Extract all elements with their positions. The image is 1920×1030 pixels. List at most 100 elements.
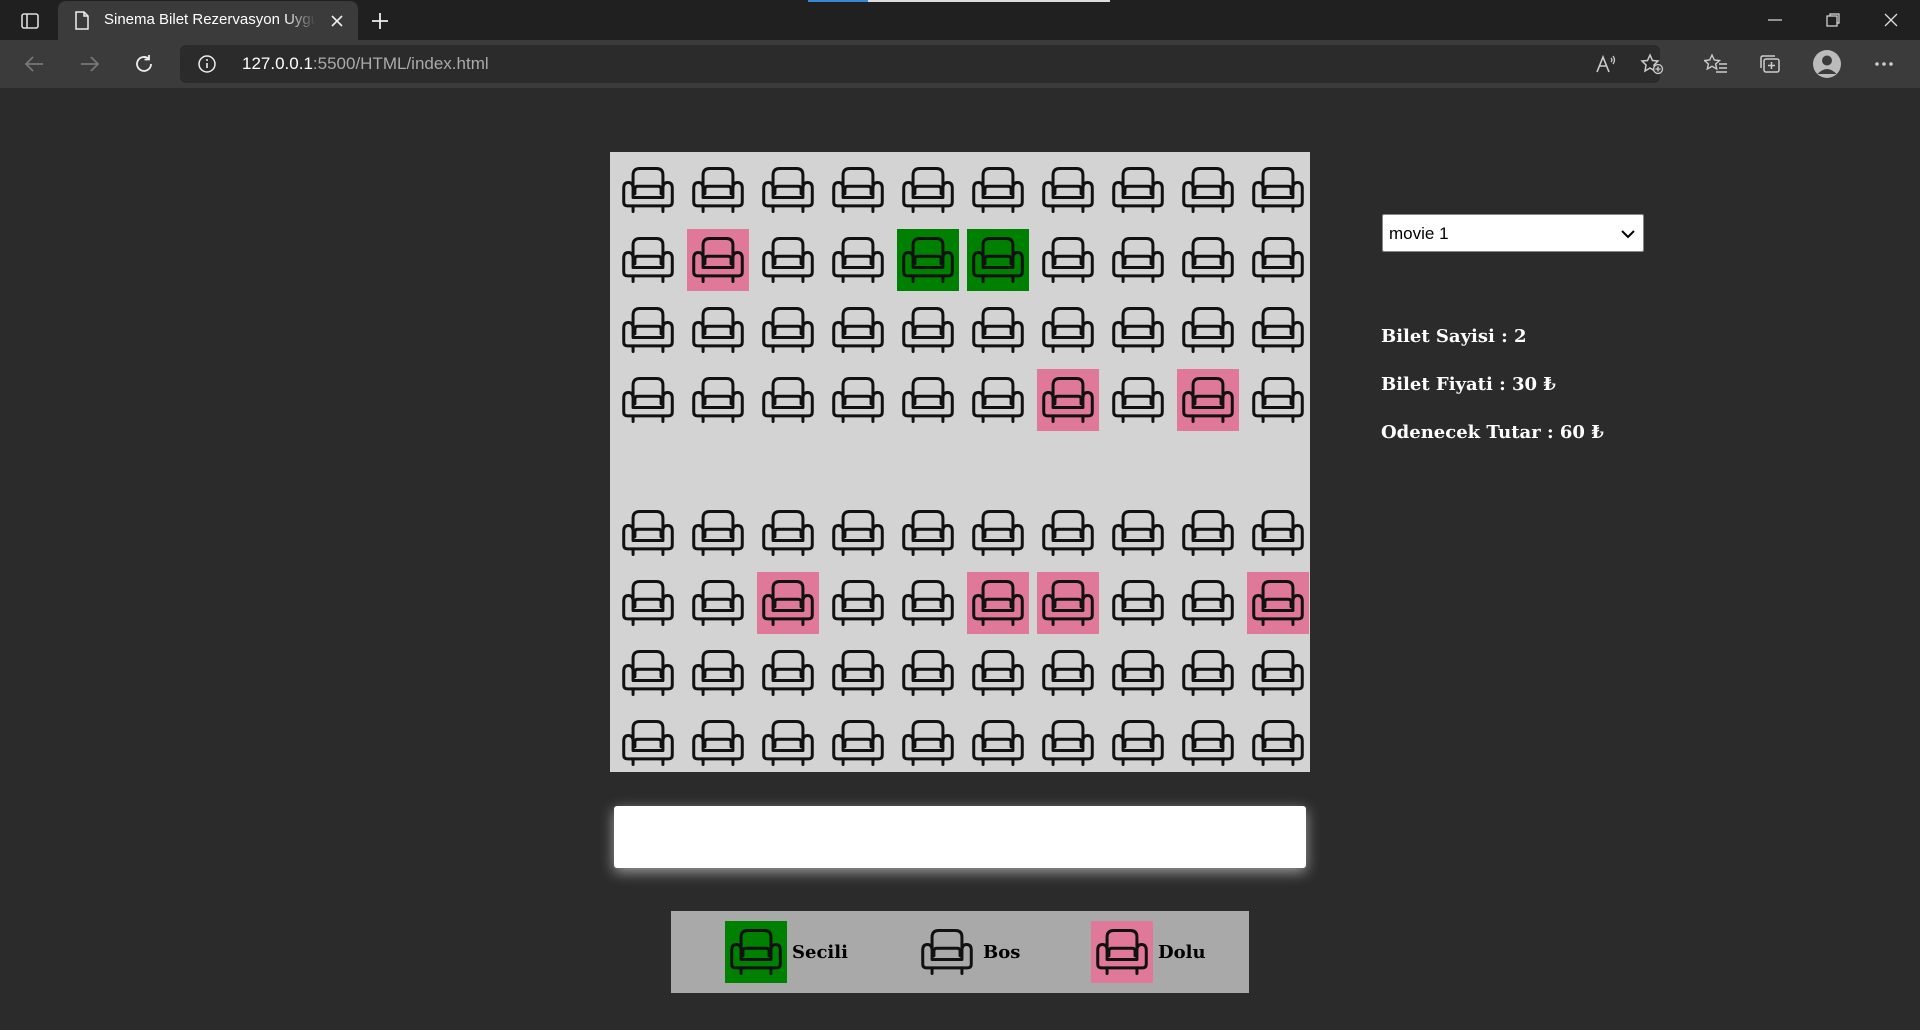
seat-empty[interactable]: [897, 712, 959, 774]
seat-empty[interactable]: [1247, 299, 1309, 361]
browser-toolbar: 127.0.0.1:5500/HTML/index.html: [0, 40, 1920, 88]
armchair-icon: [620, 302, 676, 358]
read-aloud-icon[interactable]: [1592, 50, 1620, 78]
seat-empty[interactable]: [897, 642, 959, 704]
refresh-icon[interactable]: [126, 48, 162, 80]
seat-empty[interactable]: [617, 229, 679, 291]
new-tab-icon[interactable]: [366, 7, 394, 35]
seat-empty[interactable]: [827, 502, 889, 564]
seat-empty[interactable]: [1247, 712, 1309, 774]
seat-empty[interactable]: [1107, 642, 1169, 704]
restore-icon[interactable]: [1810, 4, 1856, 36]
browser-tab-active[interactable]: Sinema Bilet Rezervasyon Uygulaması: [58, 1, 358, 40]
seat-empty[interactable]: [617, 159, 679, 221]
seat-empty[interactable]: [827, 642, 889, 704]
seat-empty[interactable]: [1177, 299, 1239, 361]
close-window-icon[interactable]: [1868, 4, 1914, 36]
seat-empty[interactable]: [827, 159, 889, 221]
seat-empty[interactable]: [897, 369, 959, 431]
site-info-icon[interactable]: [198, 55, 216, 73]
seat-empty[interactable]: [967, 159, 1029, 221]
armchair-icon: [900, 232, 956, 288]
seat-empty[interactable]: [967, 502, 1029, 564]
seat-empty[interactable]: [757, 299, 819, 361]
seat-empty[interactable]: [1177, 229, 1239, 291]
seat-empty[interactable]: [1037, 642, 1099, 704]
seat-empty[interactable]: [617, 299, 679, 361]
seat-empty[interactable]: [1107, 369, 1169, 431]
seat-empty[interactable]: [1247, 642, 1309, 704]
seat-empty[interactable]: [1247, 502, 1309, 564]
seat-empty[interactable]: [757, 159, 819, 221]
seat-empty[interactable]: [687, 572, 749, 634]
tab-actions-icon[interactable]: [14, 8, 46, 34]
armchair-icon: [1110, 575, 1166, 631]
seat-empty[interactable]: [757, 369, 819, 431]
profile-avatar-icon[interactable]: [1812, 49, 1842, 79]
seat-empty[interactable]: [617, 712, 679, 774]
seat-empty[interactable]: [617, 642, 679, 704]
seat-empty[interactable]: [827, 369, 889, 431]
armchair-icon: [1250, 715, 1306, 771]
seat-empty[interactable]: [687, 712, 749, 774]
seat-empty[interactable]: [1177, 159, 1239, 221]
seat-empty[interactable]: [757, 712, 819, 774]
seat-empty[interactable]: [1037, 502, 1099, 564]
seat-empty[interactable]: [1107, 502, 1169, 564]
minimize-icon[interactable]: [1752, 4, 1798, 36]
seat-empty[interactable]: [1177, 712, 1239, 774]
seat-empty[interactable]: [687, 159, 749, 221]
seat-empty[interactable]: [967, 299, 1029, 361]
seat-empty[interactable]: [617, 369, 679, 431]
seat-empty[interactable]: [687, 299, 749, 361]
movie-select[interactable]: movie 1: [1382, 214, 1644, 252]
seat-empty[interactable]: [967, 712, 1029, 774]
seat-empty[interactable]: [1037, 712, 1099, 774]
close-tab-icon[interactable]: [326, 10, 348, 32]
more-options-icon[interactable]: [1870, 50, 1898, 78]
seat-empty[interactable]: [617, 502, 679, 564]
seat-empty[interactable]: [897, 159, 959, 221]
seat-empty[interactable]: [967, 369, 1029, 431]
seat-empty[interactable]: [1177, 502, 1239, 564]
seat-empty[interactable]: [1107, 572, 1169, 634]
seat-empty[interactable]: [757, 502, 819, 564]
collections-icon[interactable]: [1756, 50, 1784, 78]
seat-empty[interactable]: [827, 572, 889, 634]
seat-empty[interactable]: [1107, 159, 1169, 221]
armchair-icon: [900, 575, 956, 631]
movie-select-value: movie 1: [1389, 224, 1449, 243]
seat-empty[interactable]: [827, 299, 889, 361]
back-icon[interactable]: [16, 48, 52, 80]
seat-empty[interactable]: [897, 299, 959, 361]
address-bar[interactable]: 127.0.0.1:5500/HTML/index.html: [180, 45, 1660, 83]
seat-empty[interactable]: [1177, 642, 1239, 704]
seat-empty[interactable]: [897, 502, 959, 564]
favorites-icon[interactable]: [1702, 50, 1730, 78]
seat-empty[interactable]: [1247, 159, 1309, 221]
seat-empty[interactable]: [757, 229, 819, 291]
seat-empty[interactable]: [1247, 369, 1309, 431]
seat-empty[interactable]: [827, 712, 889, 774]
seat-empty[interactable]: [827, 229, 889, 291]
seat-empty[interactable]: [687, 369, 749, 431]
seat-selected[interactable]: [967, 229, 1029, 291]
seat-empty[interactable]: [687, 642, 749, 704]
seat-empty[interactable]: [1037, 229, 1099, 291]
seat-empty[interactable]: [1107, 229, 1169, 291]
seat-empty[interactable]: [967, 642, 1029, 704]
seat-empty[interactable]: [617, 572, 679, 634]
seat-empty[interactable]: [1037, 159, 1099, 221]
seat-empty[interactable]: [897, 572, 959, 634]
forward-icon[interactable]: [72, 48, 108, 80]
seat-empty[interactable]: [1107, 712, 1169, 774]
seat-empty[interactable]: [1037, 299, 1099, 361]
seat-empty[interactable]: [1107, 299, 1169, 361]
seat-selected[interactable]: [897, 229, 959, 291]
armchair-icon: [830, 302, 886, 358]
seat-empty[interactable]: [1177, 572, 1239, 634]
seat-empty[interactable]: [687, 502, 749, 564]
seat-empty[interactable]: [1247, 229, 1309, 291]
add-favorite-icon[interactable]: [1638, 50, 1666, 78]
seat-empty[interactable]: [757, 642, 819, 704]
